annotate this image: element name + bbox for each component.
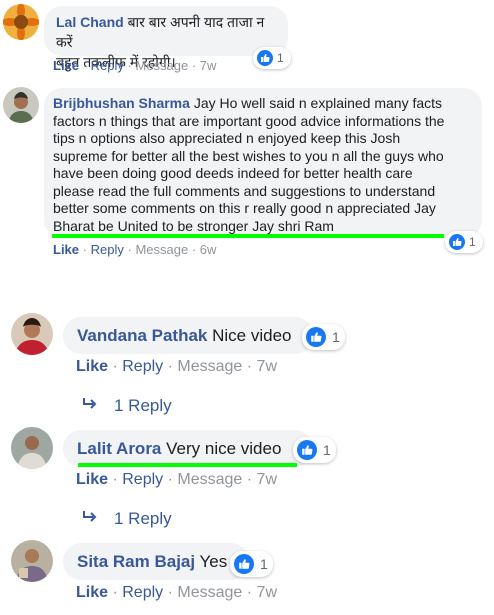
separator: · — [167, 358, 173, 375]
separator: · — [167, 471, 173, 488]
avatar[interactable] — [3, 4, 39, 40]
comment-bubble: Brijbhushan Sharma Jay Ho well said n ex… — [44, 88, 482, 238]
comment-actions: Like · Reply · Message · 7w — [76, 471, 277, 489]
comment-text: Nice video — [212, 326, 292, 345]
reaction-count: 1 — [332, 329, 340, 345]
separator: · — [246, 358, 253, 375]
comment-text: tips n options also appreciated n enjoye… — [53, 130, 401, 146]
comment-text: Yes — [199, 552, 228, 571]
separator: · — [112, 358, 118, 375]
timestamp[interactable]: 7w — [257, 584, 277, 601]
comment-text: Bharat be United to be stronger Jay shri… — [53, 217, 334, 234]
separator: · — [82, 58, 87, 73]
comment-bubble: Vandana Pathak Nice video — [63, 317, 313, 354]
reaction-count: 1 — [323, 442, 331, 458]
reaction-count: 1 — [277, 51, 284, 65]
highlight-underline — [52, 234, 444, 238]
timestamp[interactable]: 7w — [200, 58, 217, 73]
like-link[interactable]: Like — [76, 584, 108, 601]
reply-arrow-icon — [82, 509, 98, 529]
comment-text: supreme for better all the best wishes t… — [53, 147, 444, 164]
separator: · — [167, 584, 173, 601]
comment-author[interactable]: Vandana Pathak — [77, 326, 207, 345]
comment-text: Very nice video — [166, 439, 282, 458]
separator: · — [191, 242, 197, 257]
comment-text: factors n things that are important good… — [53, 112, 445, 129]
comment-author[interactable]: Brijbhushan Sharma — [53, 95, 190, 111]
separator: · — [127, 58, 132, 73]
separator: · — [127, 242, 132, 257]
highlight-underline — [78, 463, 297, 467]
timestamp[interactable]: 6w — [200, 242, 217, 257]
comment-text: better some comments on this r really go… — [53, 200, 436, 216]
avatar[interactable] — [11, 540, 53, 582]
thumbs-up-icon — [257, 50, 273, 66]
comment-actions: Like · Reply · Message · 7w — [76, 358, 277, 376]
thumbs-up-icon — [306, 327, 326, 347]
avatar[interactable] — [3, 87, 39, 123]
timestamp[interactable]: 7w — [257, 471, 277, 488]
like-link[interactable]: Like — [76, 358, 108, 375]
comment-actions: Like · Reply · Message · 7w — [76, 584, 277, 602]
comment-bubble: Sita Ram Bajaj Yes — [63, 543, 249, 580]
comment-bubble: Lal Chand बार बार अपनी याद ताजा न करें ब… — [44, 6, 288, 70]
replies-count-text[interactable]: 1 Reply — [114, 396, 172, 416]
comment-author[interactable]: Lalit Arora — [77, 439, 161, 458]
reaction-count: 1 — [260, 556, 268, 572]
separator: · — [246, 584, 253, 601]
thumbs-up-icon — [449, 234, 465, 250]
thumbs-up-icon — [234, 554, 254, 574]
view-replies-link[interactable]: 1 Reply — [82, 509, 172, 529]
thumbs-up-icon — [297, 440, 317, 460]
comment-text: Jay Ho well said n explained many facts — [193, 95, 443, 111]
reaction-badge[interactable]: 1 — [293, 437, 336, 463]
comment-bubble: Lalit Arora Very nice video — [63, 430, 313, 467]
message-link[interactable]: Message — [177, 584, 242, 601]
timestamp[interactable]: 7w — [257, 358, 277, 375]
reply-link[interactable]: Reply — [91, 242, 124, 257]
separator: · — [112, 471, 118, 488]
avatar[interactable] — [11, 427, 53, 469]
reply-link[interactable]: Reply — [122, 358, 163, 375]
like-link[interactable]: Like — [53, 58, 79, 73]
replies-count-text[interactable]: 1 Reply — [114, 509, 172, 529]
reply-link[interactable]: Reply — [122, 471, 163, 488]
reaction-badge[interactable]: 1 — [445, 231, 483, 253]
comment-text: have been doing good deeds indeed for be… — [53, 165, 413, 181]
separator: · — [191, 58, 197, 73]
message-link[interactable]: Message — [135, 242, 188, 257]
reply-arrow-icon — [82, 396, 98, 416]
reaction-badge[interactable]: 1 — [253, 47, 291, 69]
separator: · — [82, 242, 87, 257]
comment-author[interactable]: Lal Chand — [56, 14, 124, 30]
reaction-badge[interactable]: 1 — [230, 551, 273, 577]
reaction-count: 1 — [469, 235, 476, 249]
comment-actions: Like · Reply · Message · 7w — [53, 58, 216, 73]
message-link[interactable]: Message — [135, 58, 188, 73]
like-link[interactable]: Like — [53, 242, 79, 257]
reply-link[interactable]: Reply — [91, 58, 124, 73]
reaction-badge[interactable]: 1 — [302, 324, 345, 350]
comment-text: please read the full comments and sugges… — [53, 182, 436, 199]
message-link[interactable]: Message — [177, 358, 242, 375]
avatar[interactable] — [11, 313, 53, 355]
message-link[interactable]: Message — [177, 471, 242, 488]
reply-link[interactable]: Reply — [122, 584, 163, 601]
comment-actions: Like · Reply · Message · 6w — [53, 242, 216, 257]
separator: · — [112, 584, 118, 601]
like-link[interactable]: Like — [76, 471, 108, 488]
separator: · — [246, 471, 253, 488]
comment-author[interactable]: Sita Ram Bajaj — [77, 552, 195, 571]
view-replies-link[interactable]: 1 Reply — [82, 396, 172, 416]
